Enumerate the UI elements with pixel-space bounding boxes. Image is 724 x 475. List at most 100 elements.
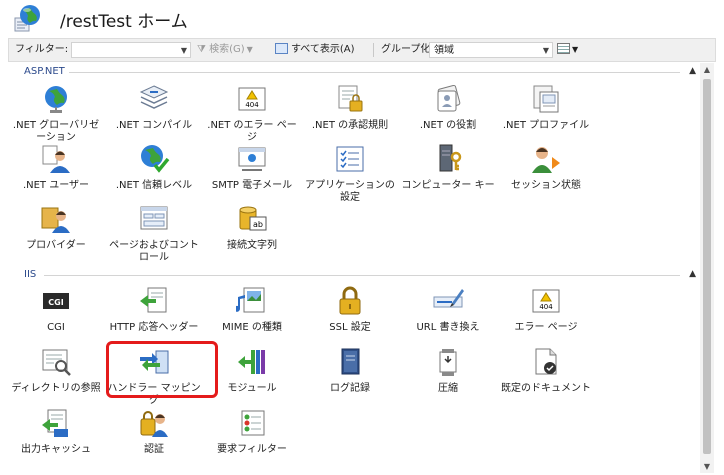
compression-icon [439, 349, 457, 376]
http-headers-icon [140, 287, 167, 313]
feature-item-output-caching[interactable]: 出力キャッシュ [8, 407, 104, 456]
feature-item-error-pages[interactable]: 404 エラー ページ [498, 285, 594, 334]
feature-item-net-error-pages[interactable]: 404 .NET のエラー ページ [204, 83, 300, 144]
view-mode-icon [557, 42, 570, 54]
feature-item-net-authorization-rules[interactable]: .NET の承認規則 [302, 83, 398, 132]
view-mode-button[interactable]: ▼ [557, 39, 578, 61]
filter-label: フィルター: [15, 44, 69, 55]
default-document-icon [535, 348, 557, 375]
feature-item-pages-and-controls[interactable]: ページおよびコントロール [106, 203, 202, 264]
filter-input[interactable]: ▼ [71, 42, 191, 58]
feature-label: モジュール [227, 383, 277, 394]
collapse-icon[interactable]: ▲ [689, 65, 696, 78]
show-all-icon [275, 42, 288, 54]
feature-item-ssl-settings[interactable]: SSL 設定 [302, 285, 398, 334]
group-header-aspnet[interactable]: ASP.NET ▲ [8, 65, 698, 79]
feature-label: コンピューター キー [401, 180, 495, 191]
feature-label: .NET グローバリゼーション [12, 120, 100, 143]
show-all-label: すべて表示(A) [291, 44, 355, 55]
feature-item-net-users[interactable]: .NET ユーザー [8, 143, 104, 192]
feature-label: 認証 [144, 444, 164, 455]
feature-label: .NET のエラー ページ [207, 120, 297, 143]
machine-key-icon [439, 144, 462, 172]
feature-item-connection-strings[interactable]: ab 接続文字列 [204, 203, 300, 252]
feature-item-application-settings[interactable]: アプリケーションの設定 [302, 143, 398, 204]
feature-label: 接続文字列 [227, 240, 277, 251]
feature-item-http-response-headers[interactable]: HTTP 応答ヘッダー [106, 285, 202, 334]
feature-item-mime-types[interactable]: MIME の種類 [204, 285, 300, 334]
collapse-icon[interactable]: ▲ [689, 268, 696, 281]
feature-item-machine-key[interactable]: コンピューター キー [400, 143, 496, 192]
output-cache-icon [42, 409, 68, 437]
feature-item-directory-browsing[interactable]: ディレクトリの参照 [8, 346, 104, 395]
ab-text: ab [253, 220, 263, 229]
feature-item-cgi[interactable]: CGI CGI [8, 285, 104, 334]
feature-label: HTTP 応答ヘッダー [109, 322, 199, 333]
chevron-down-icon[interactable]: ▼ [543, 43, 549, 58]
feature-label: セッション状態 [511, 180, 581, 191]
feature-item-url-rewrite[interactable]: URL 書き換え [400, 285, 496, 334]
url-rewrite-icon [433, 289, 464, 308]
group-by-label: グループ化: [381, 44, 434, 55]
feature-item-providers[interactable]: プロバイダー [8, 203, 104, 252]
roles-icon [437, 84, 461, 112]
group-divider [56, 72, 680, 73]
authentication-icon [140, 411, 168, 437]
globe-icon [14, 5, 40, 32]
feature-label: プロバイダー [26, 240, 86, 251]
directory-browsing-icon [42, 349, 71, 376]
globe-icon [45, 86, 67, 113]
feature-item-session-state[interactable]: セッション状態 [498, 143, 594, 192]
feature-label: CGI [47, 322, 65, 333]
feature-label: .NET の承認規則 [311, 120, 389, 131]
scroll-thumb[interactable] [703, 79, 711, 454]
feature-label: ページおよびコントロール [109, 240, 199, 263]
feature-item-logging[interactable]: ログ記録 [302, 346, 398, 395]
filter-toolbar: フィルター: ▼ ⧩ 検索(G) ▼ すべて表示(A) グループ化: 領域 ▼ ▼ [8, 38, 716, 62]
feature-item-modules[interactable]: モジュール [204, 346, 300, 395]
feature-label: ログ記録 [330, 383, 370, 394]
feature-label: 既定のドキュメント [501, 383, 591, 394]
feature-item-net-globalization[interactable]: .NET グローバリゼーション [8, 83, 104, 144]
group-divider [44, 275, 680, 276]
mime-types-icon [234, 287, 265, 313]
page-header: /restTest ホーム [0, 0, 724, 36]
feature-item-request-filtering[interactable]: 要求フィルター [204, 407, 300, 456]
search-button[interactable]: ⧩ 検索(G) ▼ [197, 39, 253, 61]
compile-icon [139, 85, 169, 109]
feature-item-net-compilation[interactable]: .NET コンパイル [106, 83, 202, 132]
feature-label: URL 書き換え [416, 322, 480, 333]
cgi-icon: CGI [43, 293, 69, 309]
feature-item-authentication[interactable]: 認証 [106, 407, 202, 456]
feature-item-compression[interactable]: 圧縮 [400, 346, 496, 395]
chevron-down-icon[interactable]: ▼ [247, 45, 253, 54]
feature-label: .NET プロファイル [502, 120, 590, 131]
feature-label: .NET ユーザー [22, 180, 90, 191]
chevron-down-icon[interactable]: ▼ [181, 43, 187, 58]
feature-label: .NET の役割 [419, 120, 477, 131]
feature-item-net-trust-levels[interactable]: .NET 信頼レベル [106, 143, 202, 192]
scroll-up-icon[interactable]: ▲ [700, 65, 714, 74]
feature-label: SSL 設定 [329, 322, 371, 333]
show-all-button[interactable]: すべて表示(A) [275, 39, 355, 61]
feature-item-net-roles[interactable]: .NET の役割 [400, 83, 496, 132]
feature-item-net-profile[interactable]: .NET プロファイル [498, 83, 594, 132]
feature-label: 出力キャッシュ [21, 444, 91, 455]
search-label: 検索(G) [209, 44, 245, 55]
vertical-scrollbar[interactable]: ▲ ▼ [700, 63, 714, 473]
feature-item-smtp-email[interactable]: SMTP 電子メール [204, 143, 300, 192]
group-header-iis[interactable]: IIS ▲ [8, 268, 698, 282]
smtp-email-icon [238, 147, 266, 171]
group-by-select[interactable]: 領域 ▼ [429, 42, 553, 58]
feature-label: ハンドラー マッピング [107, 383, 201, 406]
feature-label: .NET コンパイル [115, 120, 193, 131]
pages-controls-icon [140, 206, 168, 230]
scroll-down-icon[interactable]: ▼ [700, 462, 714, 471]
app-settings-icon [336, 146, 364, 172]
group-name: ASP.NET [24, 65, 69, 78]
feature-label: ディレクトリの参照 [11, 383, 101, 394]
feature-item-handler-mappings[interactable]: ハンドラー マッピング [106, 346, 202, 407]
group-by-value: 領域 [434, 45, 454, 56]
feature-item-default-document[interactable]: 既定のドキュメント [498, 346, 594, 395]
feature-label: 圧縮 [438, 383, 458, 394]
